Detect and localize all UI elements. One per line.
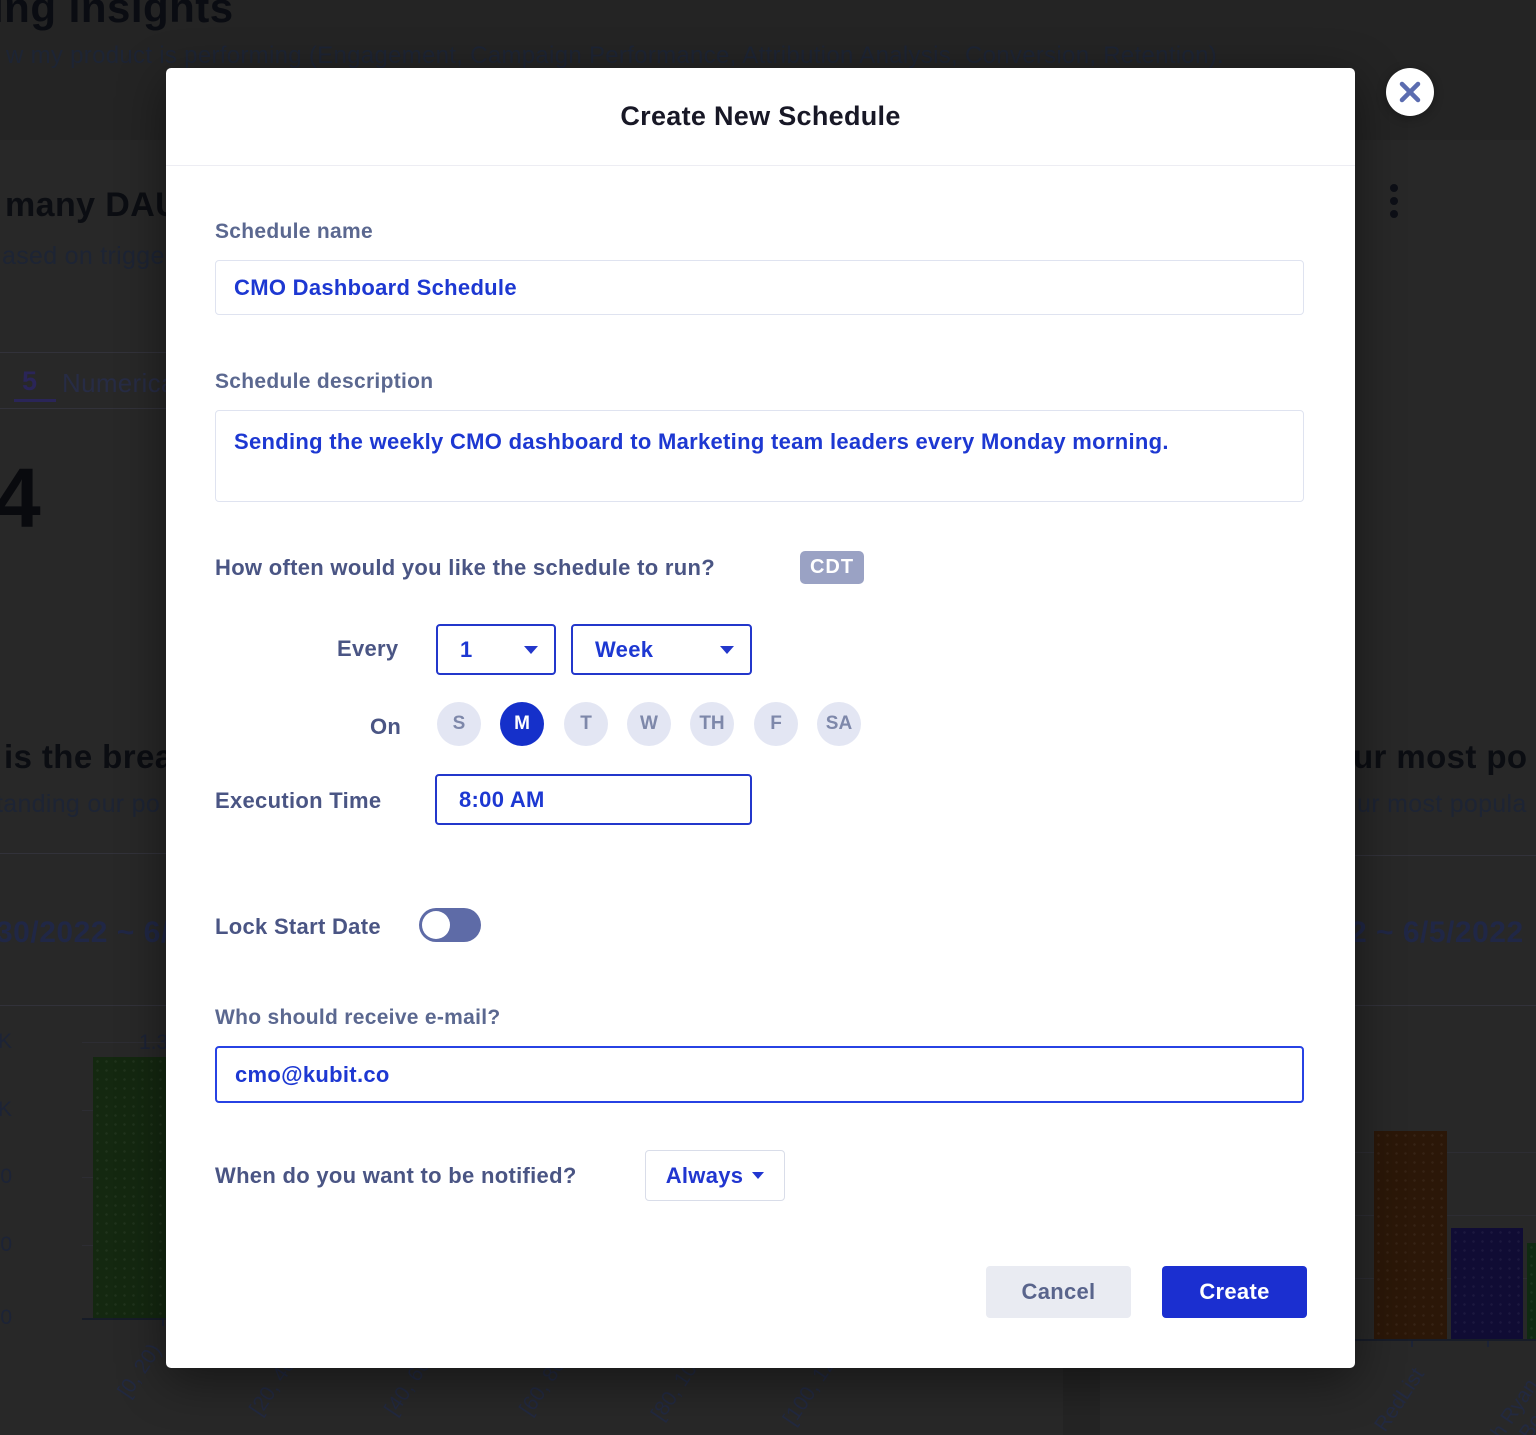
right-section-heading: ur most po: [1353, 738, 1528, 776]
day-tuesday[interactable]: T: [564, 702, 608, 746]
y-axis-tick: 0: [0, 1306, 12, 1330]
y-axis-tick: 0: [0, 1233, 12, 1257]
schedule-name-value: CMO Dashboard Schedule: [234, 261, 1303, 314]
create-button[interactable]: Create: [1162, 1266, 1307, 1318]
frequency-question: How often would you like the schedule to…: [215, 555, 715, 581]
page-subtitle: w my product is performing (Engagement, …: [6, 42, 1224, 70]
toggle-knob: [422, 911, 450, 939]
day-monday-selected[interactable]: M: [500, 702, 544, 746]
execution-time-input[interactable]: 8:00 AM: [435, 774, 752, 825]
tab-numerical[interactable]: Numerica: [62, 368, 176, 399]
tab-numerical-count: 5: [22, 366, 37, 397]
bar-brown: [1374, 1131, 1447, 1339]
notify-dropdown[interactable]: Always: [645, 1150, 785, 1201]
interval-dropdown[interactable]: 1: [436, 624, 556, 675]
notify-label: When do you want to be notified?: [215, 1163, 577, 1189]
bar-green: [1527, 1243, 1536, 1339]
chevron-down-icon: [524, 646, 538, 654]
day-friday[interactable]: F: [754, 702, 798, 746]
chevron-down-icon: [720, 646, 734, 654]
timezone-badge: CDT: [800, 551, 864, 584]
right-section-subheading: ur most popula: [1357, 790, 1527, 819]
bar-navy: [1451, 1228, 1523, 1339]
day-sunday[interactable]: S: [437, 702, 481, 746]
on-label: On: [370, 714, 401, 740]
left-card-subheading: ased on trigge: [2, 242, 165, 271]
axis-tickmark: [1487, 1341, 1489, 1347]
day-thursday[interactable]: TH: [690, 702, 734, 746]
recipients-value: cmo@kubit.co: [235, 1048, 1302, 1101]
unit-dropdown[interactable]: Week: [571, 624, 752, 675]
schedule-description-label: Schedule description: [215, 370, 433, 394]
lock-start-date-toggle[interactable]: [419, 908, 481, 942]
dialog-title: Create New Schedule: [166, 68, 1355, 165]
create-schedule-dialog: Create New Schedule Schedule name CMO Da…: [166, 68, 1355, 1368]
cancel-button[interactable]: Cancel: [986, 1266, 1131, 1318]
metric-big-number: 4: [0, 450, 41, 547]
recipients-label: Who should receive e-mail?: [215, 1006, 501, 1030]
y-axis-tick: K: [0, 1030, 12, 1054]
schedule-name-label: Schedule name: [215, 220, 373, 244]
kebab-menu-icon: [1390, 210, 1398, 218]
axis-tickmark: [1411, 1341, 1413, 1347]
schedule-description-input[interactable]: Sending the weekly CMO dashboard to Mark…: [215, 410, 1304, 502]
left-section-subheading: tanding our po: [0, 790, 160, 819]
schedule-description-value: Sending the weekly CMO dashboard to Mark…: [234, 424, 1263, 460]
day-wednesday[interactable]: W: [627, 702, 671, 746]
interval-value: 1: [460, 637, 473, 663]
execution-time-value: 8:00 AM: [459, 787, 545, 813]
unit-value: Week: [595, 637, 653, 663]
close-button[interactable]: [1386, 68, 1434, 116]
screen: ing Insights w my product is performing …: [0, 0, 1536, 1435]
y-axis-tick: K: [0, 1098, 12, 1122]
page-title: ing Insights: [0, 0, 234, 32]
lock-start-date-label: Lock Start Date: [215, 914, 381, 940]
chevron-down-icon: [752, 1172, 764, 1179]
kebab-menu-icon[interactable]: [1390, 184, 1398, 192]
schedule-name-input[interactable]: CMO Dashboard Schedule: [215, 260, 1304, 315]
every-label: Every: [337, 636, 398, 662]
bar-value-label: 1.3: [139, 1031, 168, 1055]
recipients-input[interactable]: cmo@kubit.co: [215, 1046, 1304, 1103]
left-section-heading: is the brea: [4, 738, 173, 776]
right-date-range: 2 ~ 6/5/2022: [1350, 916, 1524, 950]
y-axis-tick: 0: [0, 1165, 12, 1189]
day-saturday[interactable]: SA: [817, 702, 861, 746]
kebab-menu-icon: [1390, 197, 1398, 205]
notify-value: Always: [666, 1163, 744, 1189]
header-divider: [166, 165, 1355, 166]
tab-active-underline: [14, 399, 56, 402]
execution-time-label: Execution Time: [215, 788, 381, 814]
axis-tickmark: [162, 1320, 164, 1326]
close-icon: [1399, 81, 1421, 103]
